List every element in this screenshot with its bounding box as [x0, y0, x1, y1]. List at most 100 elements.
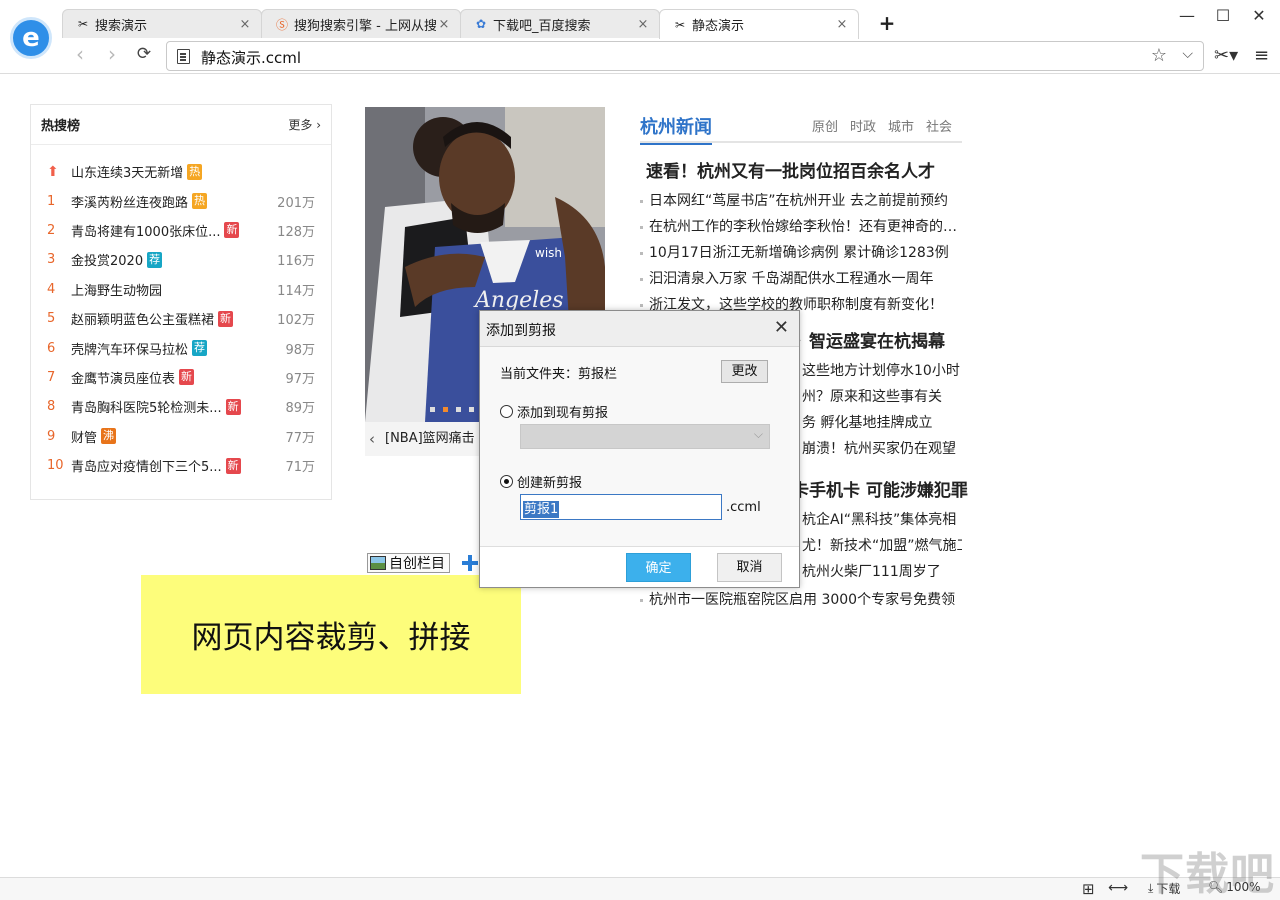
star-icon[interactable]: ☆: [1151, 45, 1167, 66]
tab-static-demo[interactable]: ✂ 静态演示 ×: [659, 9, 859, 39]
more-link[interactable]: 更多 ›: [288, 116, 321, 133]
fit-width-icon[interactable]: ⟷: [1108, 880, 1128, 896]
list-item[interactable]: 7 金鹰节演员座位表 新 97万: [31, 363, 331, 392]
hot-item-text[interactable]: 山东连续3天无新增: [71, 162, 183, 181]
hot-item-text[interactable]: 青岛胸科医院5轮检测未...: [71, 397, 222, 416]
list-item[interactable]: 9 财管 沸 77万: [31, 422, 331, 451]
ok-button[interactable]: 确定: [626, 553, 691, 582]
list-item[interactable]: 8 青岛胸科医院5轮检测未... 新 89万: [31, 392, 331, 421]
hot-item-text[interactable]: 金投赏2020: [71, 250, 143, 269]
tab-baidu[interactable]: ✿ 下载吧_百度搜索 ×: [460, 9, 660, 38]
hot-item-text[interactable]: 金鹰节演员座位表: [71, 368, 175, 387]
news-title[interactable]: 杭州新闻: [640, 113, 712, 145]
news-item[interactable]: 在杭州工作的李秋怡嫁给李秋怡！还有更神奇的…: [640, 214, 962, 240]
hot-count: 102万: [277, 309, 315, 328]
maximize-button[interactable]: ☐: [1208, 6, 1238, 28]
new-badge: 新: [224, 222, 239, 238]
close-window-button[interactable]: ✕: [1244, 6, 1274, 28]
file-extension-label: .ccml: [726, 500, 761, 515]
news-category[interactable]: 社会: [926, 116, 952, 135]
title-bar: ✂ 搜索演示 × Ⓢ 搜狗搜索引擎 - 上网从搜 × ✿ 下载吧_百度搜索 × …: [0, 0, 1280, 38]
cancel-button[interactable]: 取消: [717, 553, 782, 582]
selected-text: 剪报1: [523, 501, 559, 518]
news-headline[interactable]: 》智运盛宴在杭揭幕: [792, 327, 962, 352]
news-category[interactable]: 城市: [888, 116, 914, 135]
tab-close-button[interactable]: ×: [436, 17, 452, 32]
carousel-dot[interactable]: [469, 407, 474, 412]
forward-icon[interactable]: ›: [100, 43, 124, 67]
new-clipping-name-input[interactable]: 剪报1: [520, 494, 722, 520]
news-item[interactable]: 日本网红“茑屋书店”在杭州开业 去之前提前预约: [640, 188, 962, 214]
hot-item-text[interactable]: 青岛将建有1000张床位...: [71, 221, 220, 240]
list-item[interactable]: 6 壳牌汽车环保马拉松 荐 98万: [31, 333, 331, 362]
carousel-dot[interactable]: [456, 407, 461, 412]
add-icon[interactable]: [462, 555, 478, 571]
hot-item-text[interactable]: 赵丽颖明蓝色公主蛋糕裙: [71, 309, 214, 328]
tab-close-button[interactable]: ×: [635, 17, 651, 32]
news-item[interactable]: 杭州火柴厂111周岁了: [792, 559, 962, 585]
list-item[interactable]: 4 上海野生动物园 114万: [31, 275, 331, 304]
news-item[interactable]: 这些地方计划停水10小时: [792, 358, 962, 384]
tab-close-button[interactable]: ×: [834, 17, 850, 32]
address-text[interactable]: 静态演示.ccml: [201, 47, 301, 68]
news-headline[interactable]: 速看！杭州又有一批岗位招百余名人才: [640, 157, 962, 182]
list-item[interactable]: 3 金投赏2020 荐 116万: [31, 245, 331, 274]
news-item[interactable]: 州？原来和这些事有关: [792, 384, 962, 410]
hot-item-text[interactable]: 壳牌汽车环保马拉松: [71, 339, 188, 358]
close-icon[interactable]: ✕: [774, 317, 789, 338]
hot-item-text[interactable]: 财管: [71, 427, 97, 446]
list-item[interactable]: 1 李溪芮粉丝连夜跑路 热 201万: [31, 186, 331, 215]
tab-close-button[interactable]: ×: [237, 17, 253, 32]
browser-logo-icon[interactable]: e: [10, 17, 52, 59]
grid-view-icon[interactable]: ⊞: [1082, 880, 1095, 898]
radio-new[interactable]: [500, 475, 513, 488]
existing-clipping-select[interactable]: [520, 424, 770, 449]
hot-search-panel: 热搜榜 更多 › ⬆ 山东连续3天无新增 热 1 李溪芮粉丝连夜跑路 热 201…: [30, 104, 332, 500]
tab-title: 下载吧_百度搜索: [493, 15, 635, 34]
scissors-icon[interactable]: ✂▾: [1214, 45, 1238, 66]
list-item[interactable]: 10 青岛应对疫情创下三个5... 新 71万: [31, 451, 331, 480]
hot-item-text[interactable]: 青岛应对疫情创下三个5...: [71, 456, 222, 475]
add-to-clipping-dialog: 添加到剪报 ✕ 当前文件夹：剪报栏 更改 添加到现有剪报 创建新剪报 剪报1 .…: [479, 310, 800, 588]
news-category[interactable]: 原创: [812, 116, 838, 135]
refresh-icon[interactable]: ⟳: [132, 43, 156, 67]
chevron-down-icon[interactable]: ⌵: [1182, 46, 1193, 62]
add-to-existing-option[interactable]: 添加到现有剪报: [500, 402, 608, 421]
hot-rank: 6: [47, 341, 71, 356]
hot-item-text[interactable]: 上海野生动物园: [71, 280, 162, 299]
hot-item-text[interactable]: 李溪芮粉丝连夜跑路: [71, 192, 188, 211]
news-list: 杭企AI“黑科技”集体亮相 尤！新技术“加盟”燃气施工 杭州火柴厂111周岁了: [792, 507, 962, 585]
menu-icon[interactable]: ≡: [1254, 45, 1269, 66]
custom-column-tab[interactable]: 自创栏目: [367, 553, 450, 573]
tab-search-demo[interactable]: ✂ 搜索演示 ×: [62, 9, 262, 38]
news-item[interactable]: 务 孵化基地挂牌成立: [792, 410, 962, 436]
news-item[interactable]: 崩溃！杭州买家仍在观望: [792, 436, 962, 462]
list-item[interactable]: 5 赵丽颖明蓝色公主蛋糕裙 新 102万: [31, 304, 331, 333]
news-item[interactable]: 杭州市一医院瓶窑院区启用 3000个专家号免费领: [640, 587, 962, 613]
hot-search-header: 热搜榜 更多 ›: [31, 105, 331, 145]
list-item[interactable]: 2 青岛将建有1000张床位... 新 128万: [31, 216, 331, 245]
change-folder-button[interactable]: 更改: [721, 360, 768, 383]
news-item[interactable]: 杭企AI“黑科技”集体亮相: [792, 507, 962, 533]
news-headline[interactable]: 卡手机卡 可能涉嫌犯罪: [792, 476, 962, 501]
radio-existing[interactable]: [500, 405, 513, 418]
hot-badge: 热: [187, 164, 202, 180]
new-tab-button[interactable]: +: [875, 12, 899, 36]
news-header: 杭州新闻 原创 时政 城市 社会: [640, 107, 962, 143]
news-item[interactable]: 汩汩清泉入万家 千岛湖配供水工程通水一周年: [640, 266, 962, 292]
news-item[interactable]: 10月17日浙江无新增确诊病例 累计确诊1283例: [640, 240, 962, 266]
carousel-dot[interactable]: [430, 407, 435, 412]
hot-rank: 10: [47, 458, 71, 473]
create-new-option[interactable]: 创建新剪报: [500, 472, 582, 491]
news-category[interactable]: 时政: [850, 116, 876, 135]
carousel-dot-active[interactable]: [443, 407, 448, 412]
address-bar[interactable]: 静态演示.ccml ☆ ⌵: [166, 41, 1204, 71]
hot-rank: 4: [47, 282, 71, 297]
photo-caption-text[interactable]: [NBA]篮网痛击: [385, 431, 475, 446]
news-item[interactable]: 尤！新技术“加盟”燃气施工: [792, 533, 962, 559]
list-item[interactable]: ⬆ 山东连续3天无新增 热: [31, 157, 331, 186]
back-icon[interactable]: ‹: [68, 43, 92, 67]
minimize-button[interactable]: —: [1172, 6, 1202, 28]
chevron-left-icon[interactable]: ‹: [369, 422, 375, 456]
tab-sogou[interactable]: Ⓢ 搜狗搜索引擎 - 上网从搜 ×: [261, 9, 461, 38]
